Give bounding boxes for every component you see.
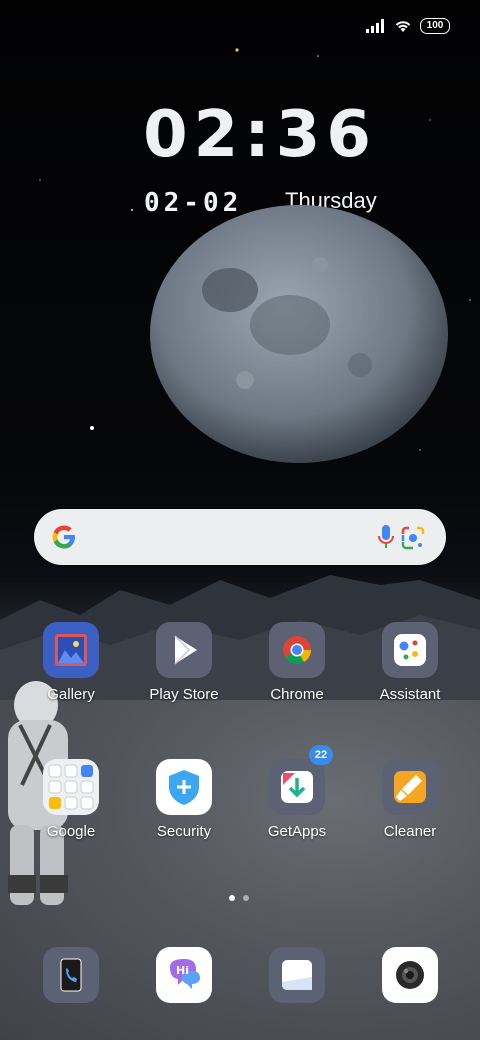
security-icon — [156, 759, 212, 815]
app-chrome[interactable]: Chrome — [247, 622, 347, 703]
gallery-icon — [43, 622, 99, 678]
notes-icon — [282, 960, 312, 990]
battery-indicator: 100 — [420, 18, 450, 34]
dock-messaging[interactable]: Hi — [156, 947, 212, 1003]
google-search-bar[interactable] — [34, 509, 446, 565]
svg-text:Hi: Hi — [176, 964, 189, 977]
camera-icon — [396, 961, 424, 989]
notification-badge: 22 — [309, 745, 333, 765]
app-label: Cleaner — [383, 823, 437, 840]
wifi-icon — [395, 21, 411, 32]
app-label: GetApps — [267, 823, 327, 840]
moon-illustration — [150, 205, 448, 463]
dock-camera[interactable] — [382, 947, 438, 1003]
app-google-folder[interactable]: Google — [21, 759, 121, 840]
cleaner-icon — [382, 759, 438, 815]
assistant-icon — [382, 622, 438, 678]
phone-icon — [60, 958, 82, 992]
app-gallery[interactable]: Gallery — [21, 622, 121, 703]
page-indicator[interactable] — [229, 895, 249, 901]
clock-time[interactable]: 02:36 — [0, 98, 480, 172]
chrome-icon — [269, 622, 325, 678]
dock-phone[interactable] — [43, 947, 99, 1003]
app-label: Assistant — [379, 686, 441, 703]
messaging-icon: Hi — [170, 959, 200, 989]
app-label: Google — [46, 823, 96, 840]
app-security[interactable]: Security — [134, 759, 234, 840]
app-label: Security — [156, 823, 212, 840]
status-bar: 100 — [366, 18, 450, 34]
getapps-icon: 22 — [269, 745, 333, 815]
app-label: Gallery — [47, 686, 95, 703]
app-label: Chrome — [270, 686, 324, 703]
app-play-store[interactable]: Play Store — [134, 622, 234, 703]
app-assistant[interactable]: Assistant — [360, 622, 460, 703]
play-store-icon — [156, 622, 212, 678]
page-dot — [243, 895, 249, 901]
google-folder-icon — [43, 759, 99, 815]
mic-icon[interactable] — [376, 523, 396, 551]
signal-icon — [366, 19, 384, 33]
page-dot-active — [229, 895, 235, 901]
lens-icon[interactable] — [400, 525, 426, 551]
dock-notes[interactable] — [269, 947, 325, 1003]
google-g-icon — [52, 525, 75, 549]
app-label: Play Store — [149, 686, 219, 703]
app-getapps[interactable]: 22 GetApps — [247, 745, 347, 840]
app-cleaner[interactable]: Cleaner — [360, 759, 460, 840]
